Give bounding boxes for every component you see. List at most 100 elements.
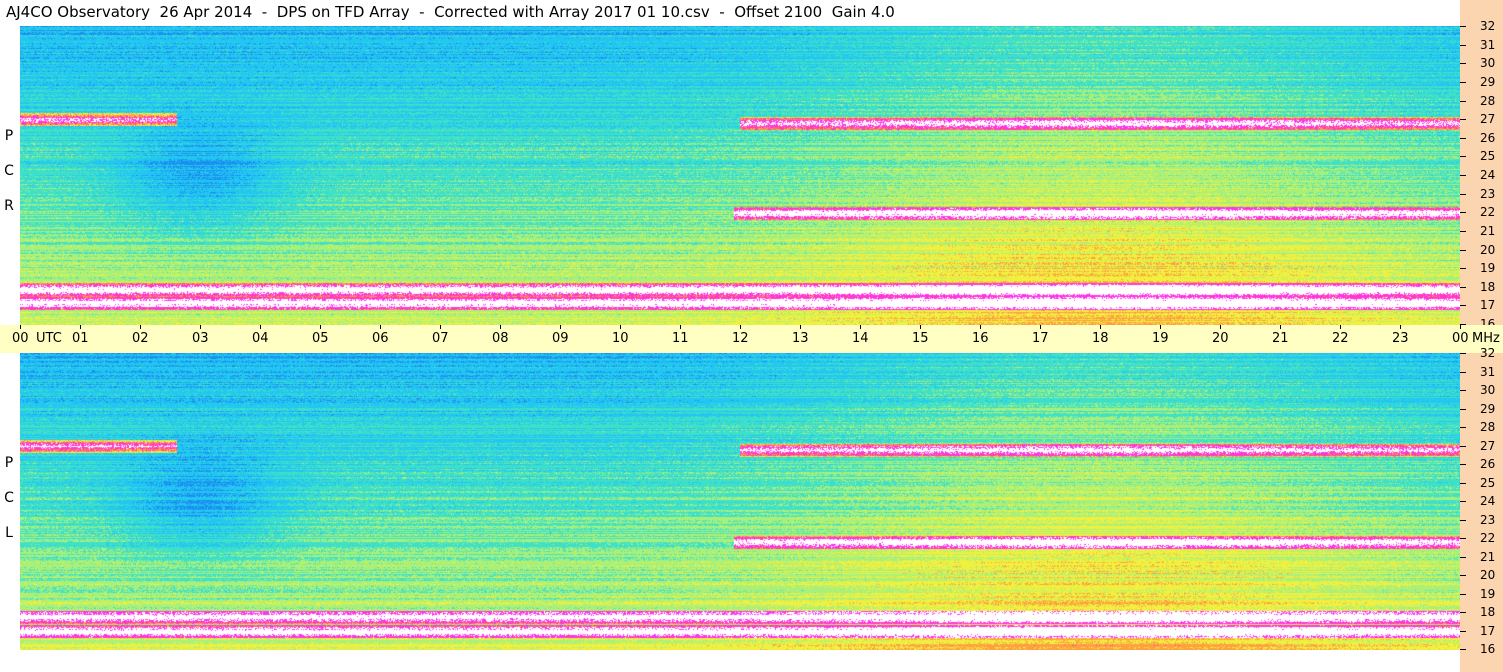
frequency-tick [1460,501,1466,502]
frequency-tick-label: 20 [1480,242,1496,257]
lcp-spectrogram [20,353,1460,650]
time-axis-label: 00 [1452,331,1469,346]
frequency-tick-label: 32 [1480,346,1496,360]
frequency-tick [1460,63,1466,65]
page-title: AJ4CO Observatory 26 Apr 2014 - DPS on T… [6,3,895,21]
time-tick [920,325,921,329]
frequency-tick-label: 31 [1480,37,1496,52]
lcp-frequency-axis: 32 31 30 29 28 27 26 25 24 23 22 21 20 19 18 17 16 [1460,347,1503,672]
time-axis-label: 05 [312,331,329,346]
time-axis-label: MHz [1472,331,1500,346]
frequency-tick-label: 18 [1480,605,1496,619]
frequency-tick-label: 19 [1480,261,1496,276]
frequency-tick [1460,249,1466,251]
frequency-tick-label: 23 [1480,512,1496,527]
polarization-letter: P [4,455,14,471]
frequency-tick [1460,649,1466,650]
time-tick [80,325,81,329]
lcp-heatmap-canvas [20,353,1460,650]
frequency-tick [1460,612,1466,613]
polarization-letter: C [4,163,14,179]
time-tick [140,325,141,329]
frequency-tick [1460,100,1466,102]
time-tick [1040,325,1041,329]
time-axis-label: 22 [1332,331,1349,346]
time-axis-label: 17 [1032,331,1049,346]
frequency-tick [1460,119,1466,121]
frequency-tick-label: 22 [1480,531,1496,545]
time-tick [200,325,201,329]
frequency-tick-label: 27 [1480,438,1496,453]
frequency-tick [1460,137,1466,139]
time-axis-label: 08 [492,331,509,346]
polarization-letter: R [4,198,14,214]
time-tick [860,325,861,329]
frequency-tick-label: 25 [1480,149,1496,164]
frequency-tick [1460,464,1466,465]
time-axis-label: 20 [1212,331,1229,346]
frequency-tick [1460,305,1466,307]
polarization-letter: C [4,490,14,506]
time-axis-label: 13 [792,331,809,346]
time-axis-label: 15 [912,331,929,346]
time-axis-label: 02 [132,331,149,346]
time-axis-label: 03 [192,331,209,346]
frequency-tick-label: 19 [1480,586,1496,601]
frequency-tick-label: 26 [1480,457,1496,471]
frequency-tick [1460,445,1466,447]
time-axis-label: 01 [72,331,89,346]
frequency-tick-label: 20 [1480,568,1496,582]
frequency-tick [1460,630,1466,632]
time-axis-label: 16 [972,331,989,346]
time-tick [1340,325,1341,329]
frequency-tick-label: 24 [1480,494,1496,508]
time-tick [1400,325,1401,329]
frequency-tick [1460,427,1466,428]
time-tick [1460,325,1461,329]
frequency-tick-label: 29 [1480,74,1496,89]
time-tick [500,325,501,329]
frequency-tick-label: 18 [1480,279,1496,294]
time-axis-label: 04 [252,331,269,346]
rcp-frequency-axis: 32 31 30 29 28 27 26 25 24 23 22 21 20 19 18 17 16 [1460,0,1503,330]
frequency-tick-label: 31 [1480,364,1496,379]
frequency-tick [1460,286,1466,288]
time-axis-label: 10 [612,331,629,346]
frequency-tick [1460,519,1466,521]
frequency-tick-label: 25 [1480,475,1496,490]
frequency-tick [1460,81,1466,83]
frequency-tick-label: 32 [1480,19,1496,33]
time-tick [1280,325,1281,329]
frequency-tick-label: 30 [1480,383,1496,397]
frequency-tick [1460,193,1466,195]
frequency-tick [1460,268,1466,270]
time-axis-label: 11 [672,331,689,346]
frequency-tick [1460,593,1466,595]
frequency-tick [1460,390,1466,391]
time-tick [740,325,741,329]
frequency-tick [1460,175,1466,176]
frequency-tick [1460,482,1466,484]
time-axis-label: UTC [36,331,62,346]
frequency-tick [1460,538,1466,539]
polarization-letter: L [5,525,13,541]
frequency-tick [1460,44,1466,46]
frequency-tick [1460,230,1466,232]
frequency-tick-label: 22 [1480,205,1496,220]
frequency-tick [1460,408,1466,410]
time-tick [380,325,381,329]
frequency-tick [1460,353,1466,354]
frequency-tick-label: 21 [1480,223,1496,238]
frequency-tick-label: 27 [1480,112,1496,127]
time-tick [560,325,561,329]
frequency-tick-label: 21 [1480,549,1496,564]
time-axis-label: 19 [1152,331,1169,346]
frequency-tick-label: 17 [1480,623,1496,638]
time-axis-label: 06 [372,331,389,346]
time-tick [1100,325,1101,329]
polarization-letter: P [4,128,14,144]
time-tick [320,325,321,329]
time-axis-label: 07 [432,331,449,346]
frequency-tick-label: 16 [1480,642,1496,656]
time-tick [800,325,801,329]
